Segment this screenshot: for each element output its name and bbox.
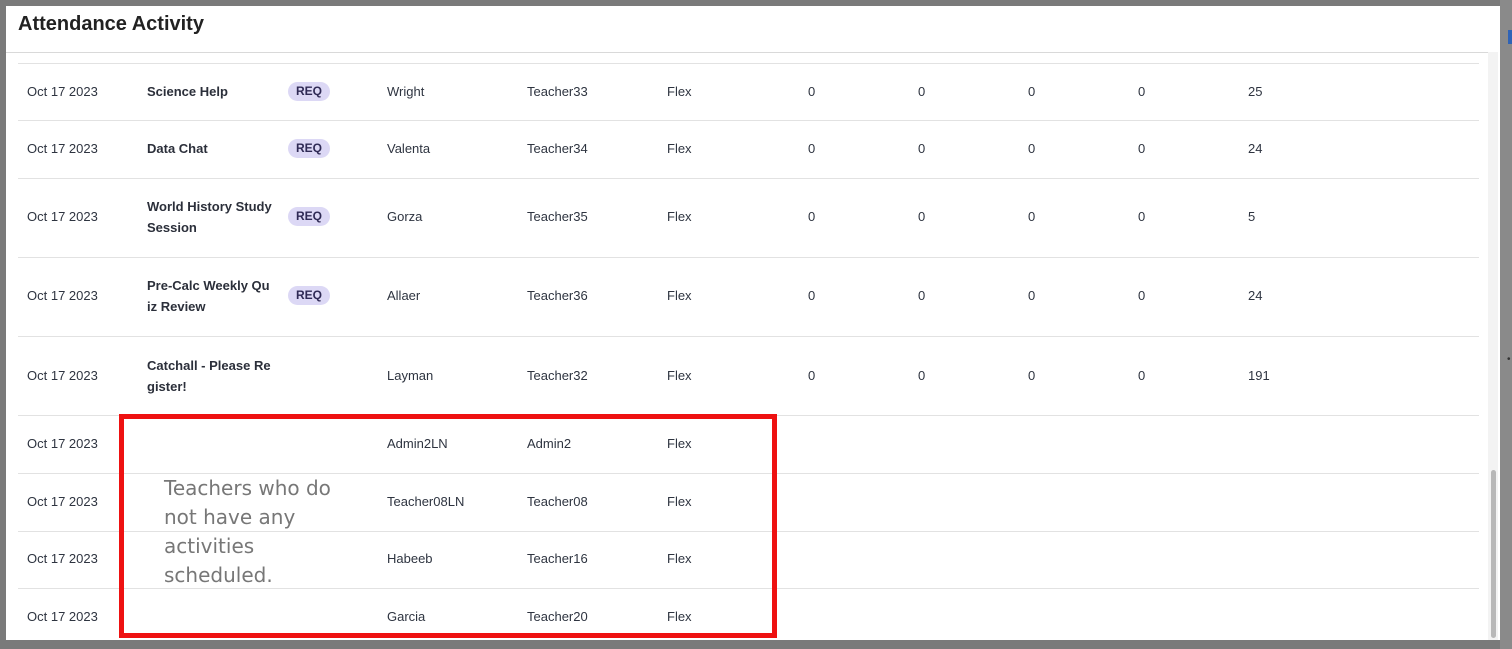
teacher-cell: Teacher08 [527,494,588,509]
panel-title: Attendance Activity [18,13,204,35]
last-name-cell: Layman [387,368,434,383]
last-name-cell: Gorza [387,209,423,224]
last-name-cell: Valenta [387,141,431,156]
last-name-cell: Wright [387,84,425,99]
count-cell: 0 [808,84,816,99]
count-cell: 0 [808,209,816,224]
type-cell: Flex [667,288,692,303]
count-cell: 0 [808,288,816,303]
date-cell: Oct 17 2023 [27,141,98,156]
teacher-cell: Teacher32 [527,368,588,383]
date-cell: Oct 17 2023 [27,436,98,451]
teacher-cell: Teacher20 [527,609,588,624]
type-cell: Flex [667,609,692,624]
count-cell: 0 [918,84,926,99]
table-row[interactable]: Oct 17 2023 World History Study Session … [18,178,1479,257]
gutter-mark: • [1507,354,1511,365]
type-cell: Flex [667,209,692,224]
last-name-cell: Teacher08LN [387,494,465,509]
req-badge: REQ [288,286,331,305]
count-cell: 0 [1138,141,1146,156]
teacher-cell: Teacher16 [527,551,588,566]
count-cell: 5 [1248,209,1256,224]
date-cell: Oct 17 2023 [27,609,98,624]
date-cell: Oct 17 2023 [27,368,98,383]
activity-name-cell[interactable]: Data Chat [147,138,272,159]
table-row[interactable]: Oct 17 2023 Catchall - Please Register! … [18,336,1479,415]
count-cell: 0 [1028,84,1036,99]
count-cell: 0 [808,141,816,156]
count-cell: 0 [1138,288,1146,303]
teacher-cell: Teacher35 [527,209,588,224]
count-cell: 25 [1248,84,1263,99]
req-badge: REQ [288,139,331,158]
date-cell: Oct 17 2023 [27,551,98,566]
type-cell: Flex [667,551,692,566]
activity-name-cell[interactable]: Catchall - Please Register! [147,355,272,397]
window-gutter [1500,0,1512,649]
last-name-cell: Garcia [387,609,426,624]
teacher-cell: Teacher36 [527,288,588,303]
type-cell: Flex [667,436,692,451]
activity-name-cell[interactable]: Pre-Calc Weekly Quiz Review [147,275,272,317]
count-cell: 0 [918,141,926,156]
count-cell: 0 [918,368,926,383]
table-row[interactable]: Oct 17 2023 Garcia Teacher20 Flex [18,588,1479,638]
count-cell: 24 [1248,141,1263,156]
scrollbar-thumb[interactable] [1491,470,1496,638]
table-row[interactable]: Oct 17 2023 Data Chat REQ Valenta Teache… [18,120,1479,178]
count-cell: 0 [918,209,926,224]
activity-name-cell[interactable]: World History Study Session [147,196,272,238]
table-row[interactable]: Oct 17 2023 Admin2LN Admin2 Flex [18,415,1479,473]
activity-name-cell[interactable]: Science Help [147,81,272,102]
type-cell: Flex [667,84,692,99]
teacher-cell: Teacher34 [527,141,588,156]
count-cell: 0 [918,288,926,303]
teacher-cell: Admin2 [527,436,572,451]
date-cell: Oct 17 2023 [27,288,98,303]
type-cell: Flex [667,494,692,509]
count-cell: 24 [1248,288,1263,303]
count-cell: 0 [1028,288,1036,303]
annotation-callout-text: Teachers who do not have any activities … [164,476,331,587]
count-cell: 0 [1138,368,1146,383]
type-cell: Flex [667,141,692,156]
panel-header: Attendance Activity [6,6,1488,53]
last-name-cell: Habeeb [387,551,433,566]
last-name-cell: Allaer [387,288,421,303]
table-row[interactable]: Oct 17 2023 Science Help REQ Wright Teac… [18,63,1479,120]
gutter-accent [1508,30,1512,44]
last-name-cell: Admin2LN [387,436,448,451]
count-cell: 0 [808,368,816,383]
teacher-cell: Teacher33 [527,84,588,99]
count-cell: 0 [1028,368,1036,383]
date-cell: Oct 17 2023 [27,209,98,224]
type-cell: Flex [667,368,692,383]
count-cell: 0 [1028,141,1036,156]
count-cell: 0 [1138,84,1146,99]
date-cell: Oct 17 2023 [27,84,98,99]
date-cell: Oct 17 2023 [27,494,98,509]
count-cell: 0 [1028,209,1036,224]
count-cell: 0 [1138,209,1146,224]
req-badge: REQ [288,82,331,101]
table-row[interactable]: Oct 17 2023 Pre-Calc Weekly Quiz Review … [18,257,1479,336]
count-cell: 191 [1248,368,1270,383]
req-badge: REQ [288,207,331,226]
